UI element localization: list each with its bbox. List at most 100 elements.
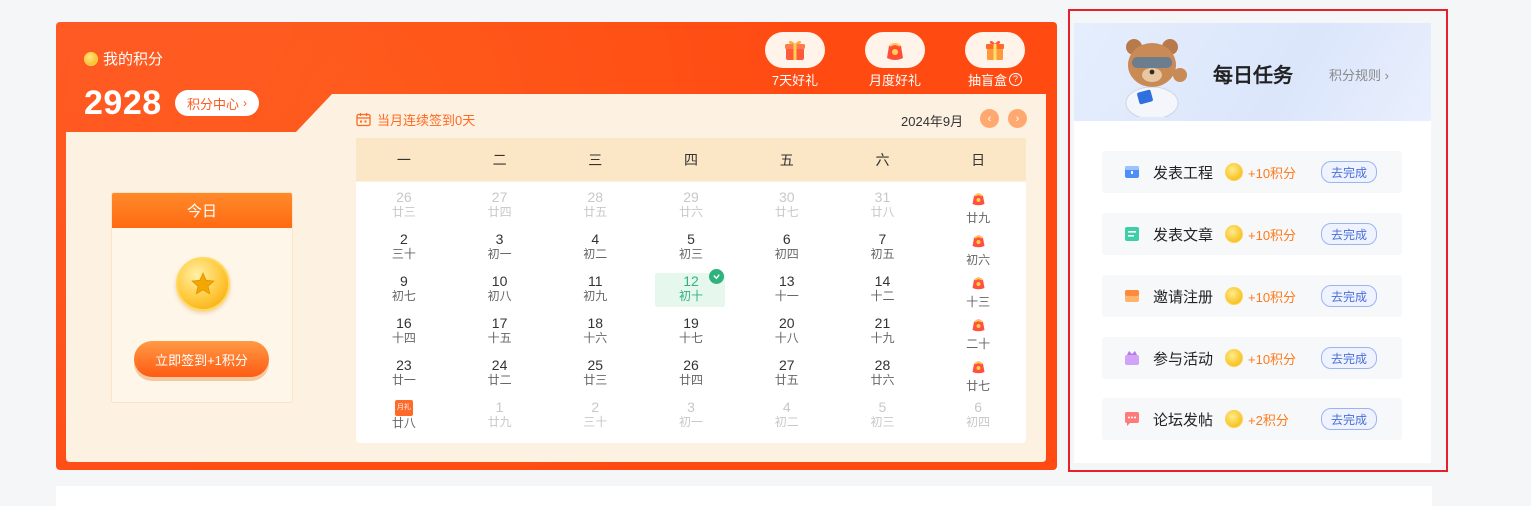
- calendar-day[interactable]: 27 廿五: [739, 355, 835, 397]
- calendar-day[interactable]: 31 廿八: [835, 187, 931, 229]
- day-number: 27: [491, 189, 508, 205]
- calendar-day[interactable]: 3 初一: [643, 397, 739, 439]
- lunar-date: 初二: [583, 247, 608, 261]
- lunar-date: 初七: [391, 289, 416, 303]
- calendar-day[interactable]: 16 十四: [356, 313, 452, 355]
- calendar-day[interactable]: 月礼 廿八: [356, 397, 452, 439]
- day-number: 30: [778, 189, 795, 205]
- day-number: 6: [974, 399, 983, 415]
- highlight-frame: [1068, 9, 1448, 472]
- calendar-week-row: 23 廿一 24 廿二 25 廿三 26 廿四 27 廿五 28 廿六 廿七: [356, 355, 1026, 397]
- day-number: 3: [687, 399, 695, 415]
- calendar-day[interactable]: 6 初四: [739, 229, 835, 271]
- help-icon[interactable]: ?: [1009, 73, 1022, 86]
- lunar-date: 廿七: [774, 205, 799, 219]
- month-gift-icon: 月礼: [394, 400, 413, 416]
- lunar-date: 廿三: [583, 373, 608, 387]
- checkin-button[interactable]: 立即签到+1积分: [134, 341, 269, 377]
- day-number: 6: [782, 231, 791, 247]
- lunar-date: 初一: [679, 415, 704, 429]
- monthly-gift-button[interactable]: 月度好礼: [855, 32, 935, 89]
- calendar-day[interactable]: 2 三十: [356, 229, 452, 271]
- lunar-date: 初四: [966, 415, 991, 429]
- red-bag-icon: [865, 32, 925, 68]
- bottom-panel: [56, 486, 1432, 506]
- day-number: 28: [587, 189, 604, 205]
- calendar-day[interactable]: 廿七: [930, 355, 1026, 397]
- day-number: 25: [587, 357, 604, 373]
- calendar-day[interactable]: 9 初七: [356, 271, 452, 313]
- calendar-day[interactable]: 2 三十: [547, 397, 643, 439]
- calendar-day[interactable]: 4 初二: [547, 229, 643, 271]
- next-month-button[interactable]: ›: [1008, 109, 1027, 128]
- my-points-text: 我的积分: [103, 51, 164, 68]
- lunar-date: 廿六: [870, 373, 895, 387]
- calendar-day[interactable]: 4 初二: [739, 397, 835, 439]
- lunar-date: 廿五: [583, 205, 608, 219]
- calendar-week-row: 16 十四 17 十五 18 十六 19 十七 20 十八 21 十九二十: [356, 313, 1026, 355]
- calendar-day[interactable]: 10 初八: [452, 271, 548, 313]
- red-bag-icon: [970, 358, 987, 379]
- prev-month-button[interactable]: ‹: [980, 109, 999, 128]
- today-card: 今日 立即签到+1积分: [111, 192, 293, 403]
- calendar-day[interactable]: 29 廿六: [643, 187, 739, 229]
- day-number: 11: [588, 273, 603, 289]
- calendar-day[interactable]: 21 十九: [835, 313, 931, 355]
- calendar-day[interactable]: 6 初四: [930, 397, 1026, 439]
- red-bag-icon: [970, 316, 987, 337]
- day-number: 31: [874, 189, 891, 205]
- lunar-date: 廿三: [391, 205, 416, 219]
- calendar-day[interactable]: 18 十六: [547, 313, 643, 355]
- seven-day-gift-button[interactable]: 7天好礼: [755, 32, 835, 89]
- lunar-date: 十七: [679, 331, 704, 345]
- day-number: 7: [878, 231, 887, 247]
- calendar-day[interactable]: 7 初五: [835, 229, 931, 271]
- day-number: 5: [878, 399, 887, 415]
- blind-box-button[interactable]: 抽盲盒 ?: [955, 32, 1035, 89]
- lunar-date: 初九: [583, 289, 608, 303]
- calendar-day[interactable]: 14 十二: [835, 271, 931, 313]
- weekday-header: 一 二 三 四 五 六 日: [356, 138, 1026, 181]
- calendar-day[interactable]: 26 廿三: [356, 187, 452, 229]
- lunar-date: 廿六: [679, 205, 704, 219]
- weekday-mon: 一: [396, 151, 411, 168]
- day-number: 10: [491, 273, 508, 289]
- day-number: 29: [683, 189, 699, 205]
- gift-box-icon: [765, 32, 825, 68]
- calendar-week-row: 9 初七 10 初八 11 初九 12 初十 13 十一 14 十二 十三: [356, 269, 1026, 313]
- calendar-day[interactable]: 28 廿五: [547, 187, 643, 229]
- calendar-day[interactable]: 3 初一: [452, 229, 548, 271]
- calendar-day-today[interactable]: 12 初十: [643, 269, 739, 313]
- calendar-day[interactable]: 24 廿二: [452, 355, 548, 397]
- calendar-day[interactable]: 25 廿三: [547, 355, 643, 397]
- calendar-day[interactable]: 廿九: [930, 187, 1026, 229]
- day-number: 26: [396, 189, 412, 205]
- lunar-date: 二十: [966, 337, 991, 351]
- calendar-day[interactable]: 30 廿七: [739, 187, 835, 229]
- calendar-day[interactable]: 28 廿六: [835, 355, 931, 397]
- lunar-date: 廿四: [679, 373, 704, 387]
- calendar-day[interactable]: 初六: [930, 229, 1026, 271]
- calendar-day[interactable]: 1 廿九: [452, 397, 548, 439]
- calendar-day[interactable]: 23 廿一: [356, 355, 452, 397]
- calendar-day[interactable]: 13 十一: [739, 271, 835, 313]
- lunar-date: 廿五: [774, 373, 799, 387]
- day-number: 2: [399, 231, 408, 247]
- calendar-day[interactable]: 17 十五: [452, 313, 548, 355]
- lunar-date: 廿八: [870, 205, 895, 219]
- calendar-month: 2024年9月: [901, 114, 964, 129]
- calendar-day[interactable]: 26 廿四: [643, 355, 739, 397]
- calendar-day[interactable]: 5 初三: [835, 397, 931, 439]
- calendar-day[interactable]: 20 十八: [739, 313, 835, 355]
- calendar-day[interactable]: 二十: [930, 313, 1026, 355]
- streak-info: 当月连续签到0天: [356, 110, 475, 129]
- calendar-day[interactable]: 27 廿四: [452, 187, 548, 229]
- day-number: 9: [399, 273, 408, 289]
- calendar-day[interactable]: 5 初三: [643, 229, 739, 271]
- day-number: 4: [782, 399, 791, 415]
- calendar-day[interactable]: 11 初九: [547, 271, 643, 313]
- streak-label: 当月连续签到0天: [377, 113, 476, 128]
- calendar-day[interactable]: 19 十七: [643, 313, 739, 355]
- calendar-day[interactable]: 十三: [930, 271, 1026, 313]
- day-number: 24: [491, 357, 508, 373]
